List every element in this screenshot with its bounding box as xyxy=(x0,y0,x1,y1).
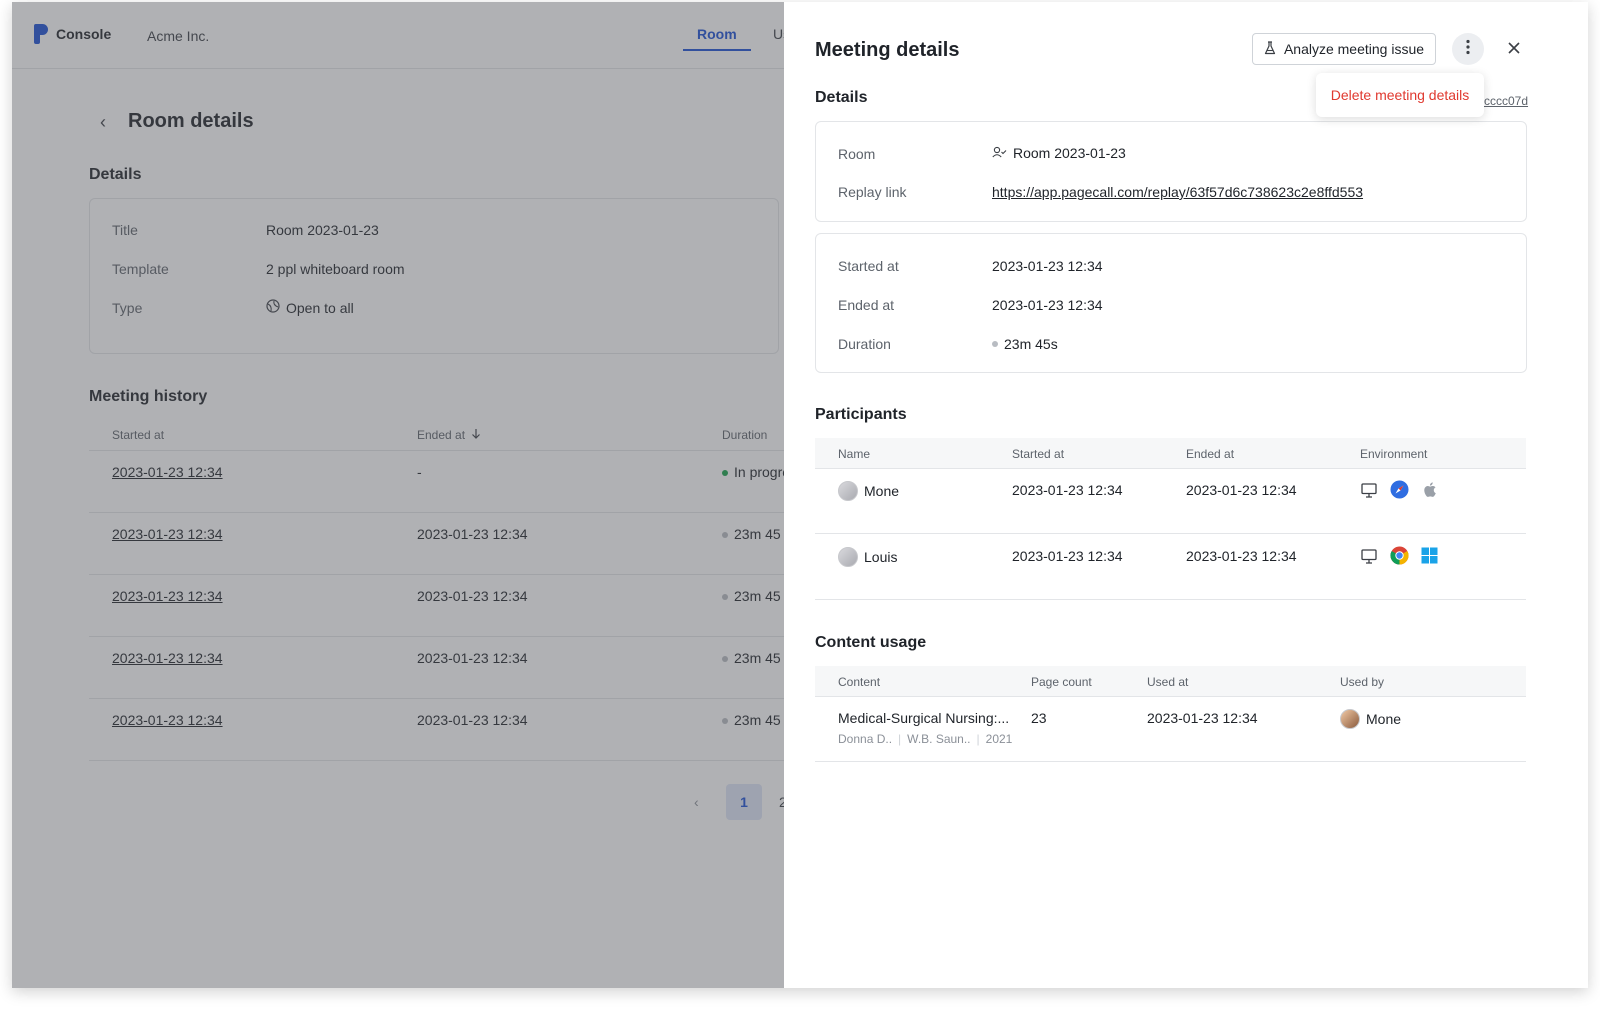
col-used-at: Used at xyxy=(1147,675,1189,689)
col-used-by: Used by xyxy=(1340,675,1385,689)
meeting-id-link[interactable]: cccc07d xyxy=(1484,94,1528,108)
safari-icon xyxy=(1390,480,1409,504)
desktop-icon xyxy=(1360,481,1378,504)
col-name: Name xyxy=(838,447,871,461)
participant-name-text: Mone xyxy=(864,483,900,499)
room-label: Room xyxy=(838,146,876,162)
participant-started: 2023-01-23 12:34 xyxy=(1012,548,1123,564)
close-icon xyxy=(1507,38,1521,61)
participant-ended: 2023-01-23 12:34 xyxy=(1186,548,1297,564)
kebab-menu-icon xyxy=(1466,39,1470,60)
content-author: Donna D.. xyxy=(838,732,893,746)
modal-backdrop[interactable] xyxy=(12,2,784,988)
apple-icon xyxy=(1421,480,1439,504)
col-page-count: Page count xyxy=(1031,675,1092,689)
chrome-icon xyxy=(1390,546,1409,570)
participant-started: 2023-01-23 12:34 xyxy=(1012,482,1123,498)
participant-name: Mone xyxy=(838,481,899,501)
content-header: Content Page count Used at Used by xyxy=(815,666,1526,696)
more-options-menu: Delete meeting details xyxy=(1316,73,1484,117)
participant-name: Louis xyxy=(838,547,897,567)
app-window: Console Acme Inc. Room Use ‹ Room detail… xyxy=(12,2,1588,988)
flask-icon xyxy=(1264,40,1276,58)
drawer-title: Meeting details xyxy=(815,39,960,61)
room-user-icon xyxy=(992,145,1007,161)
meta-separator: | xyxy=(976,732,980,746)
content-meta: Donna D.. | W.B. Saun.. | 2021 xyxy=(838,732,1012,746)
avatar xyxy=(838,547,858,567)
started-at-label: Started at xyxy=(838,258,899,274)
replay-link-label: Replay link xyxy=(838,184,907,200)
used-by-name: Mone xyxy=(1366,711,1402,727)
table-divider xyxy=(815,696,1526,697)
table-divider xyxy=(815,468,1526,469)
content-used-at: 2023-01-23 12:34 xyxy=(1147,710,1258,726)
duration-text: 23m 45s xyxy=(1004,336,1058,352)
row-divider xyxy=(815,761,1526,762)
duration-label: Duration xyxy=(838,336,891,352)
meeting-details-drawer: Meeting details Analyze meeting issue cc… xyxy=(784,2,1588,988)
content-usage-title: Content usage xyxy=(815,634,927,651)
avatar xyxy=(1340,709,1360,729)
content-page-count: 23 xyxy=(1031,710,1047,726)
desktop-icon xyxy=(1360,547,1378,570)
duration-value: 23m 45s xyxy=(992,336,1058,352)
col-environment: Environment xyxy=(1360,447,1428,461)
environment-icons xyxy=(1360,546,1438,570)
time-info-card: Started at 2023-01-23 12:34 Ended at 202… xyxy=(815,233,1527,373)
replay-link[interactable]: https://app.pagecall.com/replay/63f57d6c… xyxy=(992,184,1363,200)
avatar xyxy=(838,481,858,501)
drawer-details-title: Details xyxy=(815,89,868,106)
content-publisher: W.B. Saun.. xyxy=(907,732,971,746)
windows-icon xyxy=(1421,547,1438,569)
status-dot-icon xyxy=(992,341,998,347)
close-button[interactable] xyxy=(1498,33,1530,65)
meta-separator: | xyxy=(898,732,902,746)
started-at-value: 2023-01-23 12:34 xyxy=(992,258,1103,274)
environment-icons xyxy=(1360,480,1439,504)
participants-title: Participants xyxy=(815,406,907,423)
row-divider xyxy=(815,533,1526,534)
participant-name-text: Louis xyxy=(864,549,898,565)
content-title[interactable]: Medical-Surgical Nursing:... xyxy=(838,710,1009,726)
analyze-meeting-issue-button[interactable]: Analyze meeting issue xyxy=(1252,33,1436,65)
ended-at-value: 2023-01-23 12:34 xyxy=(992,297,1103,313)
content-used-by: Mone xyxy=(1340,709,1401,729)
col-p-ended: Ended at xyxy=(1186,447,1235,461)
room-value: Room 2023-01-23 xyxy=(992,145,1126,161)
delete-meeting-details-menu-item[interactable]: Delete meeting details xyxy=(1331,87,1470,103)
col-content: Content xyxy=(838,675,881,689)
participants-header: Name Started at Ended at Environment xyxy=(815,438,1526,468)
room-name: Room 2023-01-23 xyxy=(1013,145,1126,161)
participant-ended: 2023-01-23 12:34 xyxy=(1186,482,1297,498)
col-p-started: Started at xyxy=(1012,447,1065,461)
row-divider xyxy=(815,599,1526,600)
ended-at-label: Ended at xyxy=(838,297,895,313)
analyze-label: Analyze meeting issue xyxy=(1283,41,1425,57)
content-year: 2021 xyxy=(985,732,1013,746)
room-info-card: Room Room 2023-01-23 Replay link https:/… xyxy=(815,121,1527,222)
more-options-button[interactable] xyxy=(1452,33,1484,65)
